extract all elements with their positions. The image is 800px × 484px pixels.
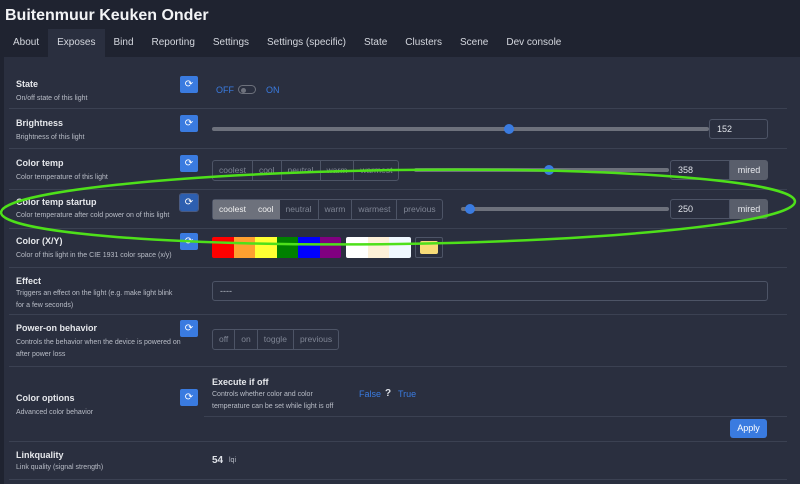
highlight-ellipse-annotation	[0, 168, 797, 246]
